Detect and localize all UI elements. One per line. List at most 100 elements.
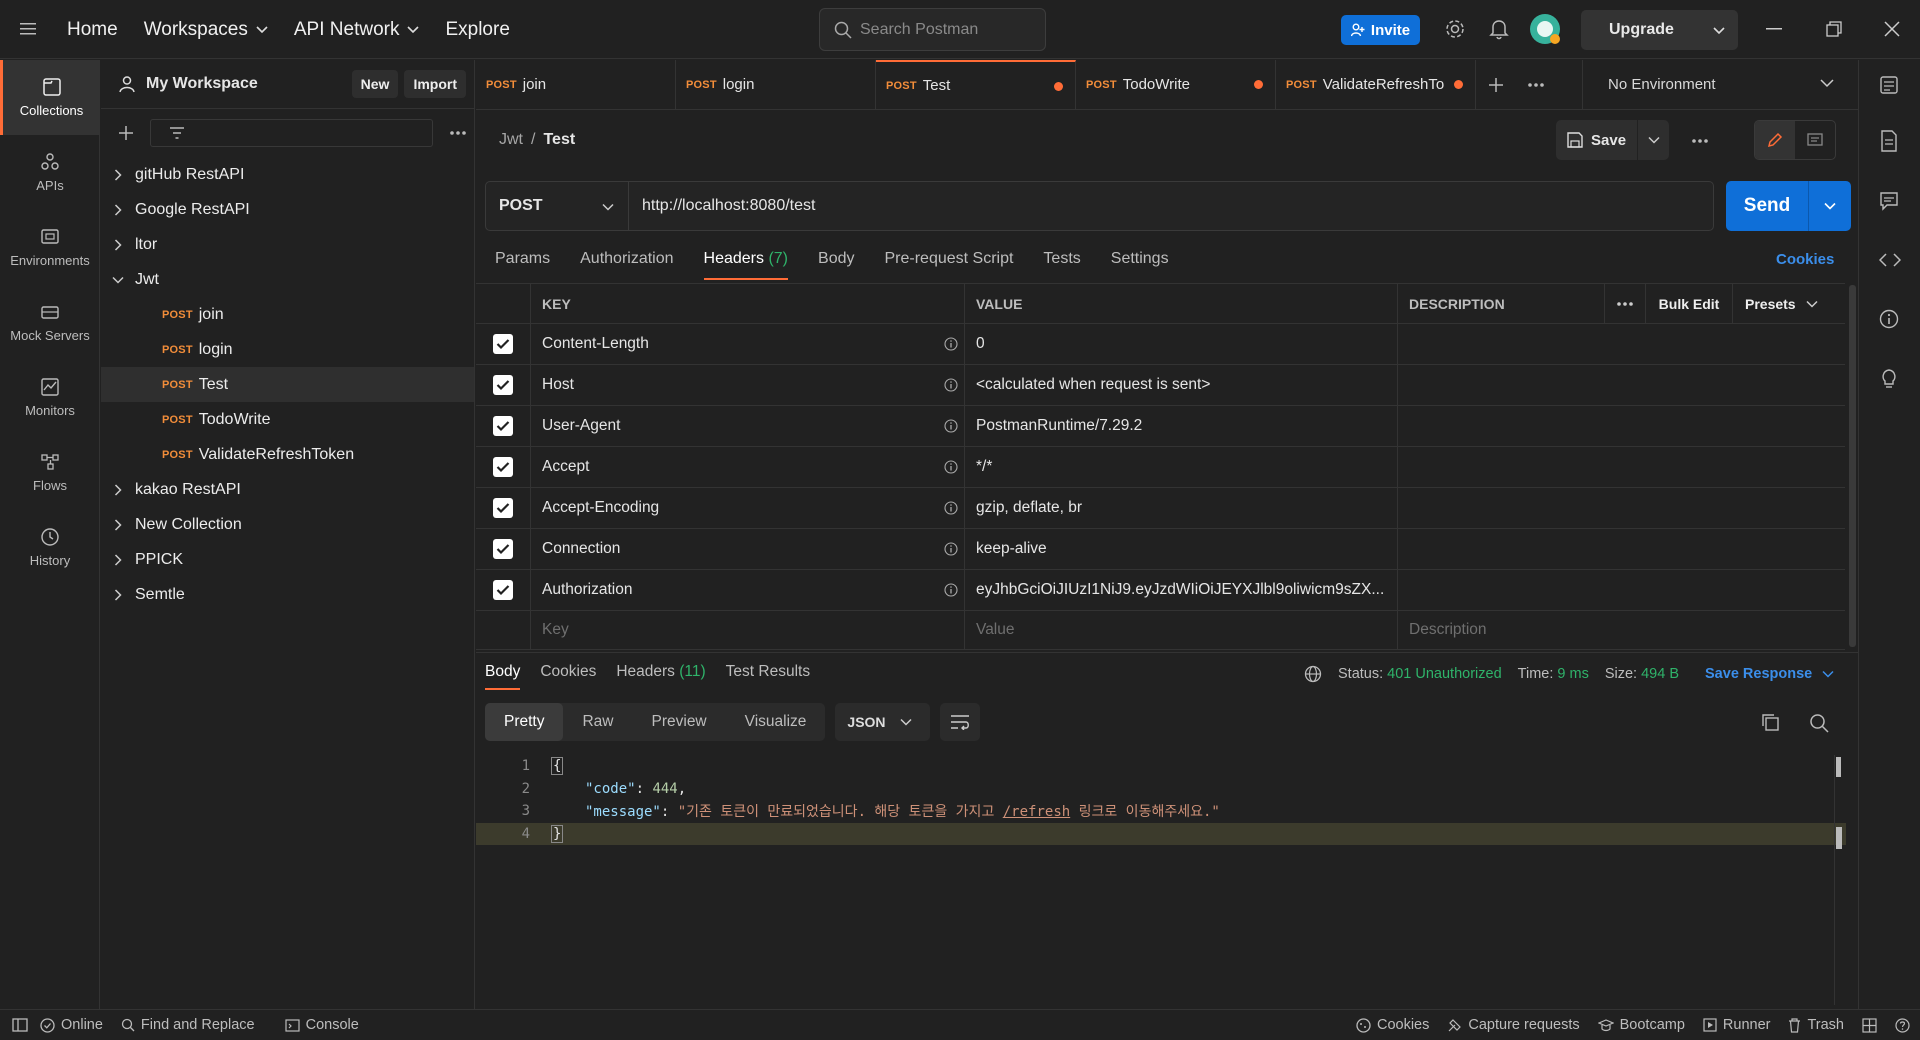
tab-validaterefreshtoken[interactable]: POST ValidateRefreshTo — [1276, 60, 1476, 109]
upgrade-button[interactable]: Upgrade — [1581, 10, 1738, 50]
collection-item[interactable]: New Collection — [101, 507, 474, 542]
search-response-icon[interactable] — [1809, 713, 1829, 733]
import-button[interactable]: Import — [404, 70, 466, 98]
status-info[interactable]: Status: 401 Unauthorized — [1338, 666, 1502, 682]
view-pretty[interactable]: Pretty — [485, 703, 564, 741]
header-description-cell[interactable] — [1398, 365, 1845, 405]
tab-join[interactable]: POST join — [476, 60, 676, 109]
new-button[interactable]: New — [351, 70, 399, 98]
nav-home[interactable]: Home — [67, 19, 118, 41]
find-replace-button[interactable]: Find and Replace — [121, 1017, 255, 1033]
tab-authorization[interactable]: Authorization — [580, 250, 673, 280]
enabled-checkbox[interactable] — [493, 457, 513, 477]
enabled-checkbox[interactable] — [493, 334, 513, 354]
header-value-cell[interactable]: keep-alive — [965, 529, 1398, 569]
resp-tab-cookies[interactable]: Cookies — [540, 663, 596, 690]
header-key-cell[interactable]: Connection — [531, 529, 965, 569]
environment-quicklook-icon[interactable] — [1879, 75, 1899, 95]
enabled-checkbox[interactable] — [493, 416, 513, 436]
url-input[interactable]: http://localhost:8080/test — [629, 182, 815, 230]
lightbulb-icon[interactable] — [1879, 367, 1899, 389]
bulk-edit-button[interactable]: Bulk Edit — [1646, 284, 1733, 323]
request-item[interactable]: POST join — [101, 297, 474, 332]
collection-item[interactable]: Semtle — [101, 577, 474, 612]
search-input[interactable]: Search Postman — [819, 8, 1046, 51]
rail-flows[interactable]: Flows — [0, 435, 100, 510]
view-raw[interactable]: Raw — [563, 703, 632, 741]
request-more-options-icon[interactable] — [1691, 138, 1709, 144]
info-icon[interactable] — [944, 583, 958, 597]
code-scrollbar[interactable] — [1834, 755, 1842, 1005]
save-button[interactable]: Save — [1556, 120, 1638, 160]
minimize-icon[interactable] — [1766, 28, 1782, 30]
header-description-cell[interactable] — [1398, 406, 1845, 446]
response-body-code[interactable]: 1 { 2 "code": 444, 3 "message": "기존 토큰이 … — [476, 755, 1846, 845]
avatar[interactable] — [1530, 14, 1560, 44]
header-value-cell[interactable]: */* — [965, 447, 1398, 487]
save-response-button[interactable]: Save Response — [1705, 666, 1834, 682]
header-key-cell[interactable]: Authorization — [531, 570, 965, 610]
save-options-chevron-icon[interactable] — [1638, 136, 1669, 144]
header-key-cell[interactable]: Accept — [531, 447, 965, 487]
breadcrumb-current[interactable]: Test — [543, 131, 575, 149]
header-value-cell[interactable]: eyJhbGciOiJIUzI1NiJ9.eyJzdWIiOiJEYXJlbl9… — [965, 570, 1398, 610]
tab-todowrite[interactable]: POST TodoWrite — [1076, 60, 1276, 109]
request-item-selected[interactable]: POST Test — [101, 367, 474, 402]
collection-item[interactable]: Google RestAPI — [101, 192, 474, 227]
info-icon[interactable] — [944, 419, 958, 433]
view-visualize[interactable]: Visualize — [726, 703, 826, 741]
presets-dropdown[interactable]: Presets — [1733, 296, 1818, 312]
new-key-input[interactable]: Key — [531, 611, 965, 649]
rail-environments[interactable]: Environments — [0, 210, 100, 285]
nav-explore[interactable]: Explore — [445, 19, 509, 41]
filter-input[interactable] — [150, 119, 433, 147]
edit-pencil-icon[interactable] — [1755, 121, 1795, 159]
breadcrumb-parent[interactable]: Jwt — [499, 131, 523, 149]
new-value-input[interactable]: Value — [965, 611, 1398, 649]
request-item[interactable]: POST ValidateRefreshToken — [101, 437, 474, 472]
header-key-cell[interactable]: Accept-Encoding — [531, 488, 965, 528]
console-button[interactable]: Console — [284, 1017, 359, 1033]
header-description-cell[interactable] — [1398, 447, 1845, 487]
tab-test[interactable]: POST Test — [876, 60, 1076, 109]
tab-prerequest-script[interactable]: Pre-request Script — [884, 250, 1013, 280]
collection-item[interactable]: kakao RestAPI — [101, 472, 474, 507]
view-preview[interactable]: Preview — [633, 703, 726, 741]
comments-icon[interactable] — [1879, 191, 1899, 211]
wrap-lines-icon[interactable] — [940, 703, 981, 741]
enabled-checkbox[interactable] — [493, 539, 513, 559]
send-button[interactable]: Send — [1726, 181, 1809, 231]
collection-item[interactable]: gitHub RestAPI — [101, 157, 474, 192]
more-options-icon[interactable] — [449, 130, 467, 136]
header-description-cell[interactable] — [1398, 570, 1845, 610]
header-description-cell[interactable] — [1398, 488, 1845, 528]
collection-item[interactable]: PPICK — [101, 542, 474, 577]
notification-bell-icon[interactable] — [1489, 18, 1509, 40]
tab-login[interactable]: POST login — [676, 60, 876, 109]
runner-button[interactable]: Runner — [1703, 1017, 1770, 1033]
toggle-sidebar-icon[interactable] — [12, 1018, 28, 1032]
info-icon[interactable] — [1879, 309, 1899, 329]
resp-tab-test-results[interactable]: Test Results — [726, 663, 810, 690]
header-key-cell[interactable]: User-Agent — [531, 406, 965, 446]
tab-body[interactable]: Body — [818, 250, 854, 280]
header-key-cell[interactable]: Content-Length — [531, 324, 965, 364]
help-icon[interactable] — [1895, 1017, 1910, 1033]
invite-button[interactable]: Invite — [1341, 15, 1420, 45]
table-more-options-icon[interactable] — [1604, 284, 1646, 323]
environment-select[interactable]: No Environment — [1582, 60, 1858, 109]
info-icon[interactable] — [944, 501, 958, 515]
time-info[interactable]: Time: 9 ms — [1518, 666, 1589, 682]
rail-monitors[interactable]: Monitors — [0, 360, 100, 435]
online-status[interactable]: Online — [40, 1017, 103, 1033]
rail-history[interactable]: History — [0, 510, 100, 585]
copy-icon[interactable] — [1761, 713, 1779, 731]
header-description-cell[interactable] — [1398, 324, 1845, 364]
enabled-checkbox[interactable] — [493, 580, 513, 600]
rail-collections[interactable]: Collections — [0, 60, 100, 135]
header-value-cell[interactable]: PostmanRuntime/7.29.2 — [965, 406, 1398, 446]
info-icon[interactable] — [944, 378, 958, 392]
bootcamp-button[interactable]: Bootcamp — [1597, 1017, 1685, 1033]
request-item[interactable]: POST TodoWrite — [101, 402, 474, 437]
enabled-checkbox[interactable] — [493, 498, 513, 518]
